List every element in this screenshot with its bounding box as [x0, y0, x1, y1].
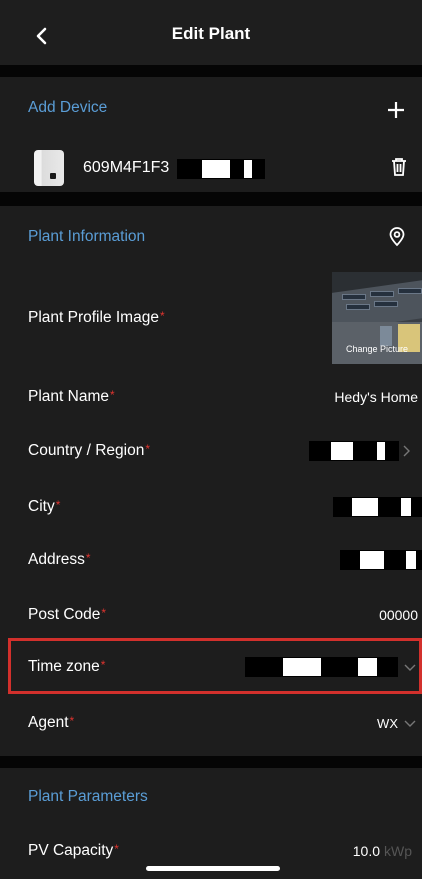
add-device-title: Add Device	[28, 99, 108, 116]
time-zone-highlight-box	[8, 638, 422, 694]
agent-row[interactable]: Agent* WX	[0, 696, 422, 750]
plant-information-header: Plant Information	[0, 210, 422, 264]
inverter-device-icon	[34, 150, 64, 186]
chevron-down-icon	[404, 720, 416, 727]
plant-parameters-header: Plant Parameters	[0, 770, 422, 824]
redacted-country-value	[309, 441, 399, 461]
pv-capacity-label: PV Capacity*	[28, 842, 119, 859]
trash-icon[interactable]	[390, 157, 408, 177]
post-code-row[interactable]: Post Code* 00000	[0, 588, 422, 642]
device-serial: 609M4F1F3	[83, 159, 170, 176]
country-region-label: Country / Region*	[28, 442, 150, 459]
nav-header: Edit Plant	[0, 0, 422, 65]
redacted-address-value	[340, 550, 422, 570]
plant-information-title: Plant Information	[28, 228, 146, 245]
plant-name-label: Plant Name*	[28, 388, 115, 405]
plant-parameters-title: Plant Parameters	[28, 788, 148, 805]
plant-name-row[interactable]: Plant Name* Hedy's Home	[0, 370, 422, 424]
agent-value: WX	[377, 715, 398, 731]
home-indicator[interactable]	[146, 866, 280, 871]
redacted-serial-suffix	[177, 159, 265, 179]
add-device-plus-icon[interactable]	[387, 101, 405, 119]
redacted-city-value	[333, 497, 422, 517]
city-row[interactable]: City*	[0, 480, 422, 534]
plant-name-value: Hedy's Home	[334, 389, 418, 405]
page-title: Edit Plant	[171, 24, 251, 43]
pv-capacity-unit: kWp	[384, 843, 412, 859]
change-picture-label[interactable]: Change Picture	[332, 344, 422, 354]
post-code-label: Post Code*	[28, 606, 107, 623]
divider	[0, 192, 422, 206]
plant-profile-image-label: Plant Profile Image*	[28, 309, 165, 326]
plant-profile-image[interactable]: Change Picture	[332, 272, 422, 364]
address-row[interactable]: Address*	[0, 533, 422, 587]
country-region-row[interactable]: Country / Region*	[0, 424, 422, 478]
pv-capacity-number: 10.0	[352, 843, 380, 859]
pv-capacity-value: 10.0 kWp	[353, 843, 412, 859]
divider	[0, 756, 422, 768]
post-code-value: 00000	[379, 607, 418, 623]
chevron-right-icon	[403, 445, 410, 457]
location-pin-icon[interactable]	[388, 227, 406, 247]
agent-label: Agent*	[28, 714, 75, 731]
address-label: Address*	[28, 551, 91, 568]
divider	[0, 65, 422, 77]
city-label: City*	[28, 498, 61, 515]
